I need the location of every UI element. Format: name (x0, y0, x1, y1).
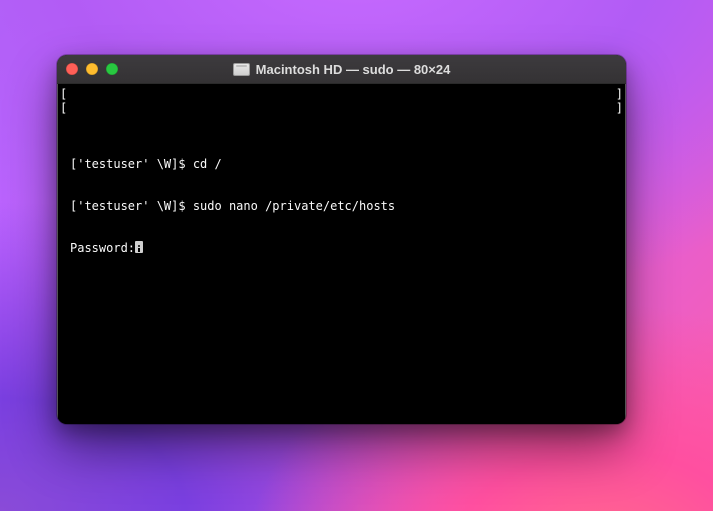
window-titlebar[interactable]: Macintosh HD — sudo — 80×24 (57, 55, 626, 84)
window-controls (66, 63, 118, 75)
left-bracket-col: [[ (60, 87, 67, 115)
password-key-icon (135, 241, 143, 253)
right-bracket-col: ]] (616, 87, 623, 115)
disk-icon (233, 63, 250, 76)
minimize-button[interactable] (86, 63, 98, 75)
prompt: ['testuser' \W]$ (70, 157, 193, 171)
window-title: Macintosh HD — sudo — 80×24 (57, 62, 626, 77)
prompt: ['testuser' \W]$ (70, 199, 193, 213)
command-text: sudo nano /private/etc/hosts (193, 199, 395, 213)
zoom-button[interactable] (106, 63, 118, 75)
window-title-text: Macintosh HD — sudo — 80×24 (256, 62, 451, 77)
close-button[interactable] (66, 63, 78, 75)
desktop-wallpaper: Macintosh HD — sudo — 80×24 [[ ]] ['test… (0, 0, 713, 511)
terminal-line: ['testuser' \W]$ cd / (70, 157, 613, 171)
terminal-line: ['testuser' \W]$ sudo nano /private/etc/… (70, 199, 613, 213)
terminal-body[interactable]: [[ ]] ['testuser' \W]$ cd / ['testuser' … (57, 84, 626, 424)
prompt: Password: (70, 241, 135, 255)
terminal-window: Macintosh HD — sudo — 80×24 [[ ]] ['test… (57, 55, 626, 424)
command-text: cd / (193, 157, 222, 171)
terminal-line: Password: (70, 241, 613, 255)
